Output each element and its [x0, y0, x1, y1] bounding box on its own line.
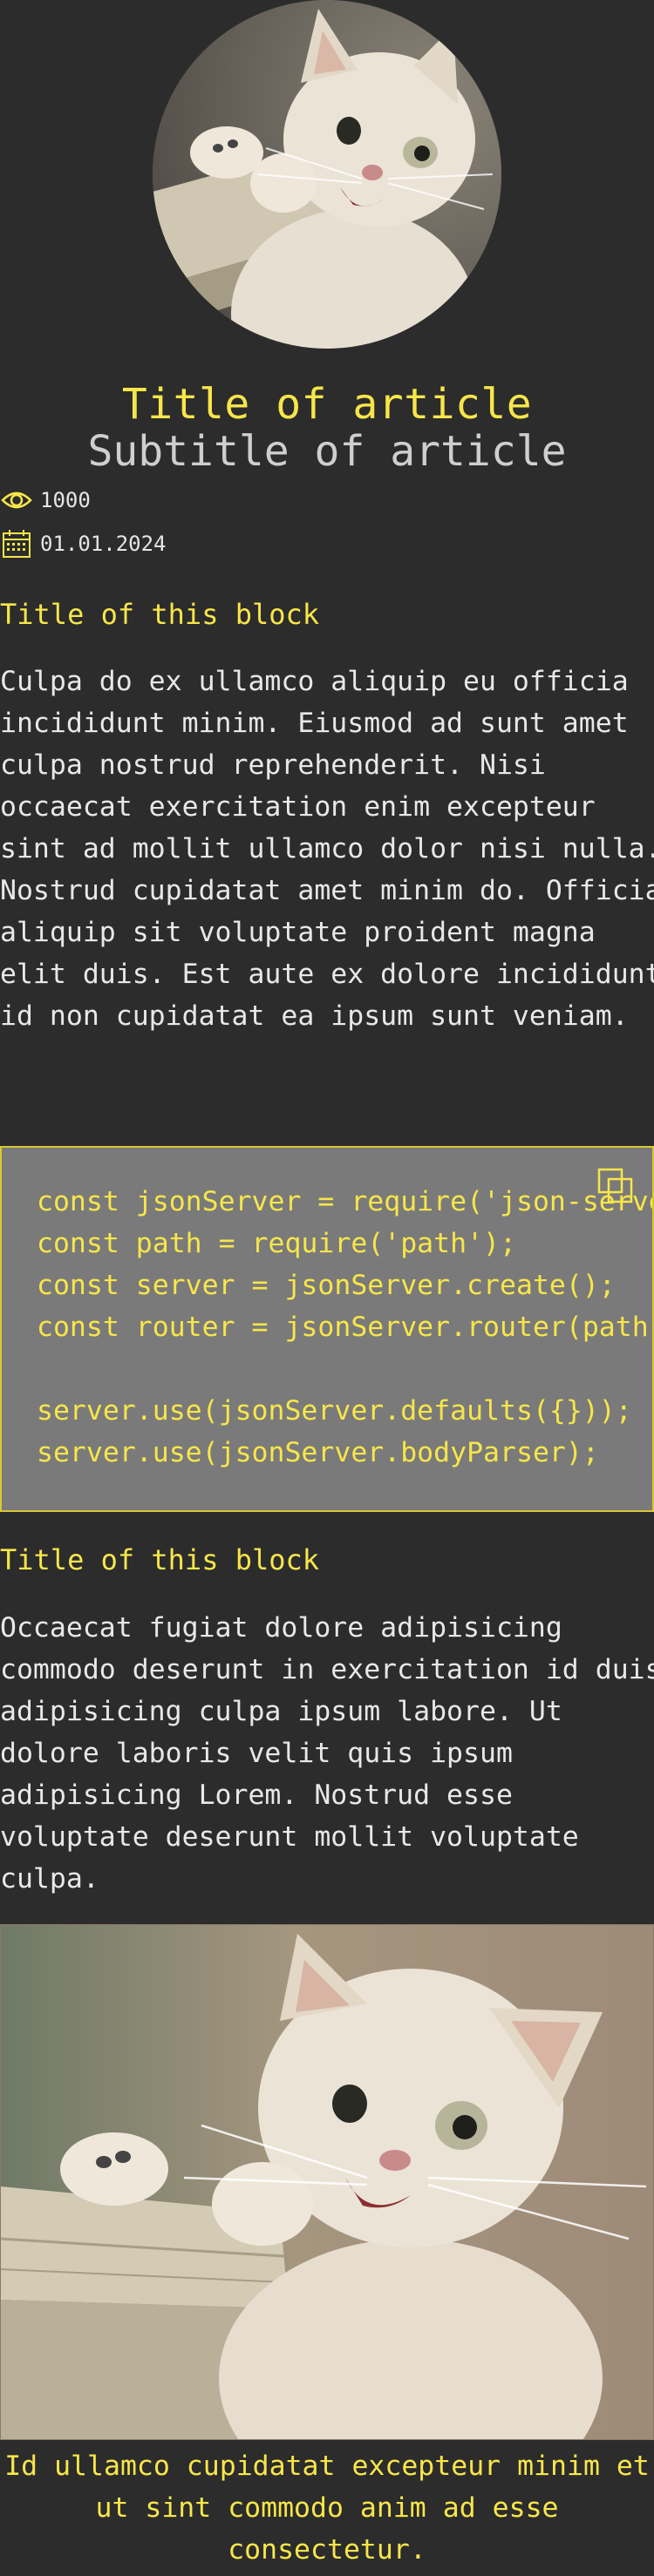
cat-photo [1, 1925, 653, 2439]
code-content: const jsonServer = require('json-server'… [37, 1186, 652, 1468]
calendar-icon [0, 527, 33, 560]
publish-date: 01.01.2024 [40, 532, 167, 556]
views-row: 1000 [0, 483, 91, 518]
views-count: 1000 [40, 488, 91, 512]
block-text: Culpa do ex ullamco aliquip eu officia i… [0, 666, 654, 1032]
image-caption: Id ullamco cupidatat excepteur minim et … [4, 2451, 650, 2566]
article-subtitle: Subtitle of article [87, 427, 567, 476]
eye-icon [0, 484, 33, 517]
article-page: Title of article Subtitle of article 100… [0, 0, 654, 2576]
block-title: Title of this block [0, 1543, 320, 1576]
block-text: Occaecat fugiat dolore adipisicing commo… [0, 1612, 654, 1895]
code-block: const jsonServer = require('json-server'… [0, 1146, 654, 1512]
article-avatar [153, 0, 501, 349]
date-row: 01.01.2024 [0, 526, 167, 561]
cat-avatar-image [153, 0, 501, 349]
copy-icon[interactable] [596, 1167, 635, 1205]
article-image [0, 1924, 654, 2440]
block-title: Title of this block [0, 598, 320, 631]
article-title: Title of article [121, 380, 533, 429]
